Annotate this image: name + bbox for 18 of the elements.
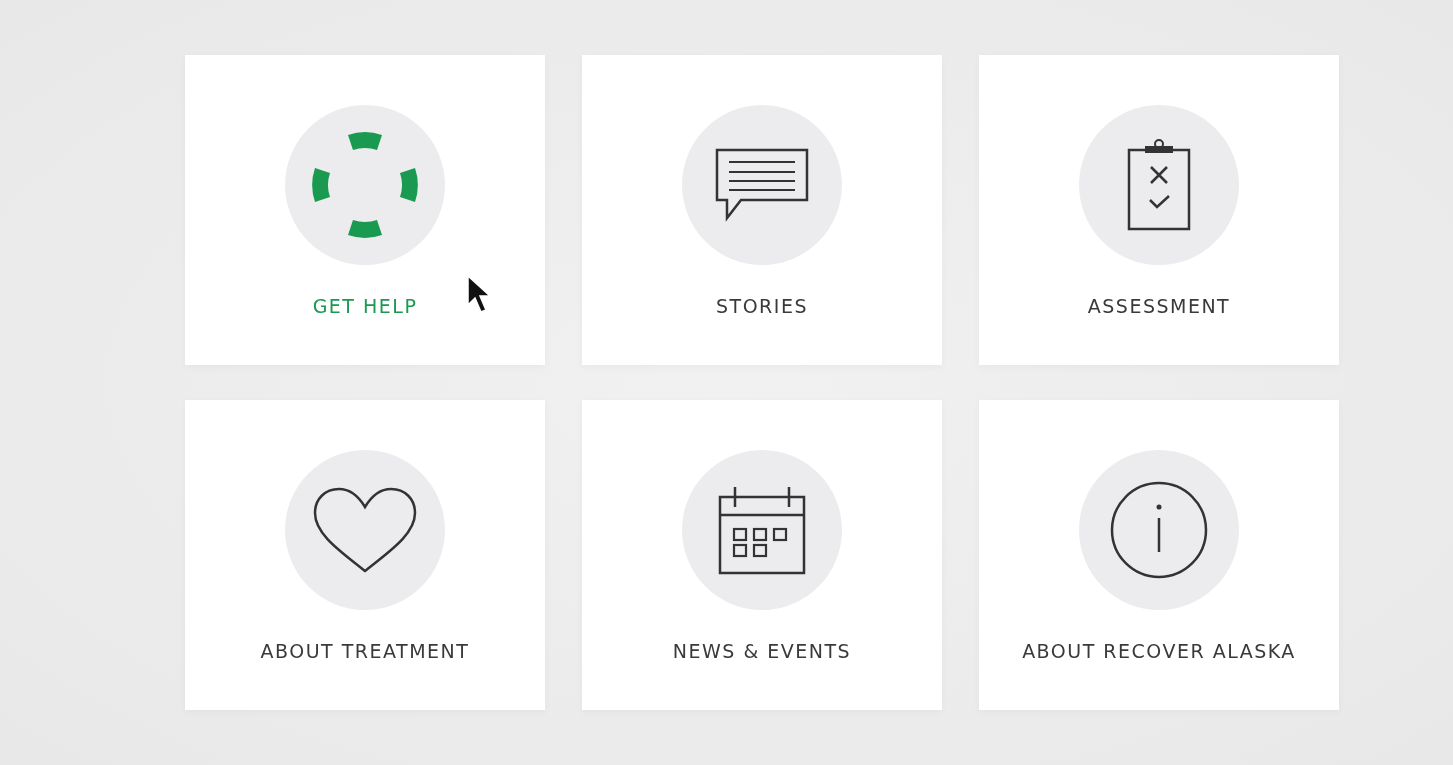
- info-icon: [1109, 480, 1209, 580]
- menu-tile[interactable]: ABOUT RECOVER ALASKA: [979, 400, 1339, 710]
- lifebuoy-icon: [311, 131, 419, 239]
- clipboard-icon: [1125, 138, 1193, 232]
- menu-tile[interactable]: ABOUT TREATMENT: [185, 400, 545, 710]
- chat-bubble-icon: [715, 148, 809, 222]
- tile-label: ABOUT TREATMENT: [260, 640, 470, 662]
- menu-tile[interactable]: ASSESSMENT: [979, 55, 1339, 365]
- heart-icon: [313, 487, 417, 573]
- tile-label: GET HELP: [312, 295, 418, 317]
- calendar-icon: [718, 485, 806, 575]
- menu-tile[interactable]: STORIES: [582, 55, 942, 365]
- tile-label: NEWS & EVENTS: [672, 640, 852, 662]
- tile-label: STORIES: [716, 295, 808, 317]
- menu-tile[interactable]: GET HELP: [185, 55, 545, 365]
- tile-label: ABOUT RECOVER ALASKA: [1022, 640, 1296, 662]
- tile-label: ASSESSMENT: [1087, 295, 1231, 317]
- menu-tile[interactable]: NEWS & EVENTS: [582, 400, 942, 710]
